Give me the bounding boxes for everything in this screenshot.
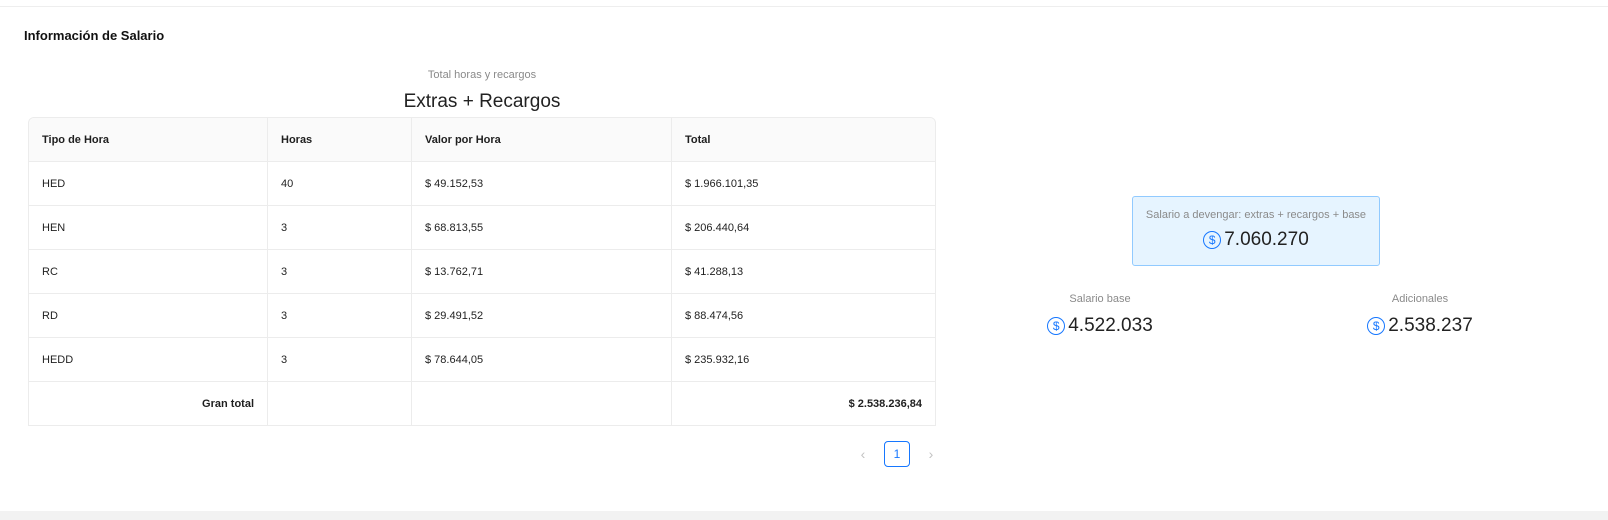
column-header-horas[interactable]: Horas — [268, 118, 412, 162]
table-header-row: Tipo de Hora Horas Valor por Hora Total — [29, 118, 935, 162]
salario-a-devengar-card: Salario a devengar: extras + recargos + … — [1132, 196, 1380, 266]
table-subtitle: Total horas y recargos — [427, 69, 537, 81]
cell-total: $ 88.474,56 — [672, 294, 935, 338]
grand-total-row: Gran total $ 2.538.236,84 — [29, 382, 935, 425]
salario-base-title: Salario base — [1069, 293, 1131, 305]
cell-tipo: RD — [29, 294, 268, 338]
cell-tipo: HED — [29, 162, 268, 206]
cell-horas: 3 — [268, 294, 412, 338]
table-title: Extras + Recargos — [403, 91, 561, 112]
page-1-button[interactable]: 1 — [884, 441, 910, 467]
column-header-valor[interactable]: Valor por Hora — [412, 118, 672, 162]
hours-table: Tipo de Hora Horas Valor por Hora Total … — [28, 117, 936, 426]
adicionales-amount: 2.538.237 — [1388, 315, 1473, 336]
cell-total: $ 235.932,16 — [672, 338, 935, 382]
cell-total: $ 1.966.101,35 — [672, 162, 935, 206]
cell-valor: $ 49.152,53 — [412, 162, 672, 206]
table-row: HED 40 $ 49.152,53 $ 1.966.101,35 — [29, 162, 935, 206]
grand-total-value: $ 2.538.236,84 — [848, 397, 922, 410]
summary-title: Salario a devengar: extras + recargos + … — [1145, 209, 1367, 221]
column-header-total[interactable]: Total — [672, 118, 935, 162]
dollar-icon: $ — [1367, 317, 1386, 335]
cell-valor: $ 78.644,05 — [412, 338, 672, 382]
table-row: HEDD 3 $ 78.644,05 $ 235.932,16 — [29, 338, 935, 382]
cell-valor: $ 29.491,52 — [412, 294, 672, 338]
adicionales-value: $ 2.538.237 — [1340, 315, 1500, 337]
chevron-left-icon[interactable]: ‹ — [850, 441, 876, 467]
salario-base-amount: 4.522.033 — [1068, 315, 1153, 336]
table-row: RD 3 $ 29.491,52 $ 88.474,56 — [29, 294, 935, 338]
cell-tipo: HEDD — [29, 338, 268, 382]
adicionales-title: Adicionales — [1391, 293, 1449, 305]
cell-tipo: HEN — [29, 206, 268, 250]
grand-total-empty-cell — [412, 382, 672, 425]
grand-total-empty-cell — [268, 382, 412, 425]
dollar-icon: $ — [1047, 317, 1066, 335]
footer-band — [0, 511, 1608, 520]
cell-horas: 3 — [268, 250, 412, 294]
dollar-icon: $ — [1203, 231, 1222, 249]
cell-valor: $ 13.762,71 — [412, 250, 672, 294]
cell-valor: $ 68.813,55 — [412, 206, 672, 250]
salario-base-value: $ 4.522.033 — [1020, 315, 1180, 337]
top-divider — [0, 6, 1608, 7]
table-row: HEN 3 $ 68.813,55 $ 206.440,64 — [29, 206, 935, 250]
cell-total: $ 41.288,13 — [672, 250, 935, 294]
summary-amount: 7.060.270 — [1224, 229, 1309, 250]
cell-tipo: RC — [29, 250, 268, 294]
column-header-tipo[interactable]: Tipo de Hora — [29, 118, 268, 162]
table-row: RC 3 $ 13.762,71 $ 41.288,13 — [29, 250, 935, 294]
cell-horas: 3 — [268, 206, 412, 250]
section-title: Información de Salario — [24, 28, 165, 43]
cell-horas: 3 — [268, 338, 412, 382]
chevron-right-icon[interactable]: › — [918, 441, 944, 467]
summary-value: $ 7.060.270 — [1133, 229, 1379, 251]
pagination: ‹ 1 › — [850, 441, 944, 467]
grand-total-label: Gran total — [29, 382, 268, 425]
cell-horas: 40 — [268, 162, 412, 206]
cell-total: $ 206.440,64 — [672, 206, 935, 250]
